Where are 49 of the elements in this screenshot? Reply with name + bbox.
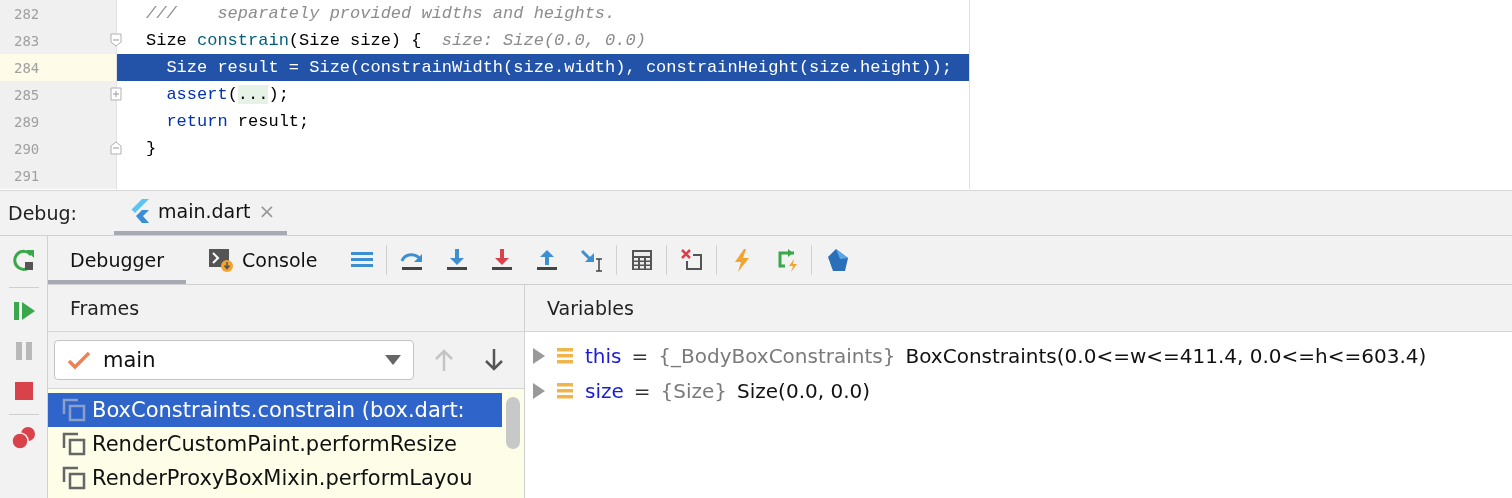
calculator-icon bbox=[629, 247, 655, 273]
debugger-tab[interactable]: Console bbox=[186, 236, 340, 284]
line-number: 289 bbox=[14, 113, 40, 130]
breakpoints-icon bbox=[10, 425, 37, 451]
force-step-into-icon bbox=[489, 247, 515, 273]
rerun-icon bbox=[10, 247, 37, 273]
code-text: constrain bbox=[197, 31, 289, 50]
step-into-icon bbox=[444, 247, 470, 273]
variable-row[interactable]: this = {_BodyBoxConstraints} BoxConstraints(0.0<=w<=411.4, 0.0<=h<=603.4) bbox=[525, 338, 1512, 373]
code-text: assert bbox=[165, 85, 228, 104]
frame-icon bbox=[62, 432, 86, 456]
drop-frame-icon bbox=[679, 247, 705, 273]
code-text: result; bbox=[236, 112, 310, 131]
scrollbar[interactable] bbox=[506, 397, 520, 449]
expand-arrow-icon bbox=[533, 347, 545, 364]
check-icon bbox=[67, 350, 91, 370]
line-number: 290 bbox=[14, 140, 40, 157]
inlay-hint: size: Size(0.0, 0.0) bbox=[440, 31, 646, 50]
frame-item[interactable]: BoxConstraints.constrain (box.dart: bbox=[48, 393, 502, 427]
step-out-icon bbox=[534, 247, 560, 273]
variable-row[interactable]: size = {Size} Size(0.0, 0.0) bbox=[525, 373, 1512, 408]
code-text: ); bbox=[268, 85, 289, 104]
code-text: Size bbox=[146, 31, 188, 50]
frame-icon bbox=[62, 398, 86, 422]
field-icon bbox=[555, 380, 575, 401]
caret-icon bbox=[385, 355, 401, 365]
run-to-cursor-icon bbox=[579, 247, 605, 273]
field-icon bbox=[555, 345, 575, 366]
expand-arrow-icon bbox=[533, 382, 545, 399]
code-text: return bbox=[165, 112, 228, 131]
line-number: 285 bbox=[14, 86, 40, 103]
frame-icon bbox=[62, 466, 86, 490]
code-text: } bbox=[146, 139, 157, 158]
code-text: ( bbox=[227, 85, 238, 104]
code-text: /// separately provided widths and heights. bbox=[146, 4, 616, 23]
thread-dropdown[interactable]: main bbox=[54, 340, 414, 380]
flutter-icon bbox=[130, 199, 150, 223]
line-number: 283 bbox=[14, 32, 40, 49]
debug-label: Debug: bbox=[8, 202, 78, 224]
frame-item[interactable]: RenderCustomPaint.performResize bbox=[48, 427, 502, 461]
line-number: 284 bbox=[14, 59, 40, 76]
console-icon bbox=[208, 247, 235, 273]
code-text: (Size size) { bbox=[288, 31, 422, 50]
panel-title: Variables bbox=[525, 285, 1512, 332]
folded-code[interactable]: ... bbox=[237, 85, 269, 104]
frame-item[interactable]: RenderProxyBoxMixin.performLayou bbox=[48, 461, 502, 495]
line-number: 282 bbox=[14, 5, 40, 22]
code-text: Size result = Size(constrainWidth(size.width), constrainHeight(size.height)); bbox=[165, 58, 952, 77]
line-number: 291 bbox=[14, 167, 40, 184]
